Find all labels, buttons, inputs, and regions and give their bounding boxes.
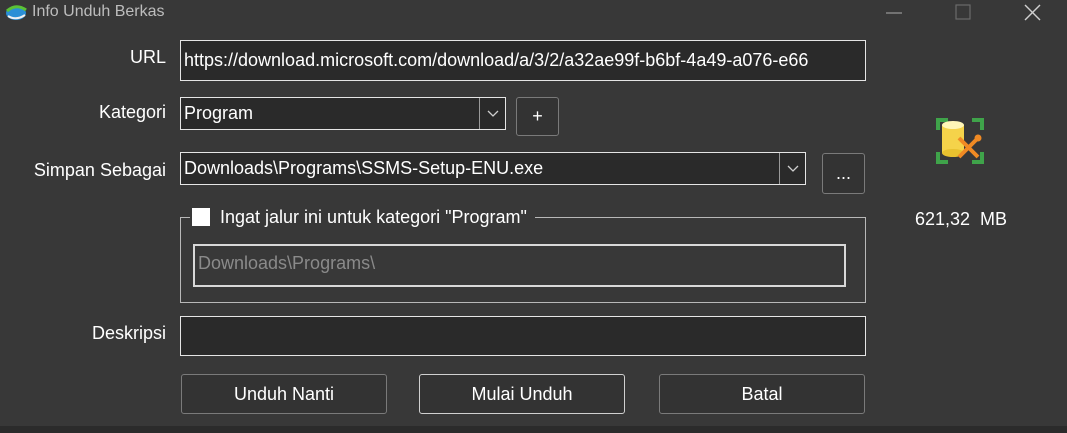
file-tools-icon — [936, 118, 984, 164]
category-select[interactable]: Program — [180, 97, 506, 130]
minimize-icon[interactable] — [874, 0, 914, 26]
category-dropdown-button[interactable] — [479, 98, 505, 129]
add-category-button[interactable]: + — [516, 97, 559, 136]
category-value: Program — [184, 103, 254, 123]
maximize-icon[interactable] — [943, 0, 983, 26]
browse-label: ... — [835, 163, 851, 183]
save-as-value: Downloads\Programs\SSMS-Setup-ENU.exe — [184, 158, 544, 178]
url-field[interactable]: https://download.microsoft.com/download/… — [180, 40, 866, 81]
download-later-button[interactable]: Unduh Nanti — [181, 374, 387, 414]
title-bar: Info Unduh Berkas — [0, 0, 1067, 26]
remember-path-checkbox[interactable] — [192, 208, 210, 226]
remember-path-value: Downloads\Programs\ — [198, 253, 376, 273]
remember-path-label: Ingat jalur ini untuk kategori "Program" — [220, 206, 527, 227]
start-download-button[interactable]: Mulai Unduh — [419, 374, 625, 414]
start-download-label: Mulai Unduh — [471, 384, 573, 404]
url-label: URL — [129, 47, 166, 67]
chevron-down-icon — [787, 165, 799, 172]
cancel-button[interactable]: Batal — [659, 374, 865, 414]
window-title: Info Unduh Berkas — [32, 3, 165, 20]
cancel-label: Batal — [741, 384, 783, 404]
url-value: https://download.microsoft.com/download/… — [184, 50, 809, 70]
add-category-label: + — [532, 106, 543, 126]
remember-path-field: Downloads\Programs\ — [193, 244, 846, 287]
description-label: Deskripsi — [91, 323, 166, 343]
download-later-label: Unduh Nanti — [233, 384, 335, 404]
close-icon[interactable] — [1012, 0, 1052, 26]
idm-app-icon — [6, 5, 27, 20]
description-field[interactable] — [180, 316, 866, 356]
chevron-down-icon — [487, 110, 499, 117]
remember-path-legend: Ingat jalur ini untuk kategori "Program" — [190, 205, 535, 229]
save-as-select[interactable]: Downloads\Programs\SSMS-Setup-ENU.exe — [180, 152, 806, 185]
save-as-dropdown-button[interactable] — [779, 153, 805, 184]
window-bottom-edge — [0, 426, 1067, 433]
category-label: Kategori — [98, 102, 166, 122]
save-as-label: Simpan Sebagai — [33, 160, 166, 180]
file-size: 621,32 MB — [915, 209, 1008, 229]
browse-button[interactable]: ... — [822, 153, 865, 194]
